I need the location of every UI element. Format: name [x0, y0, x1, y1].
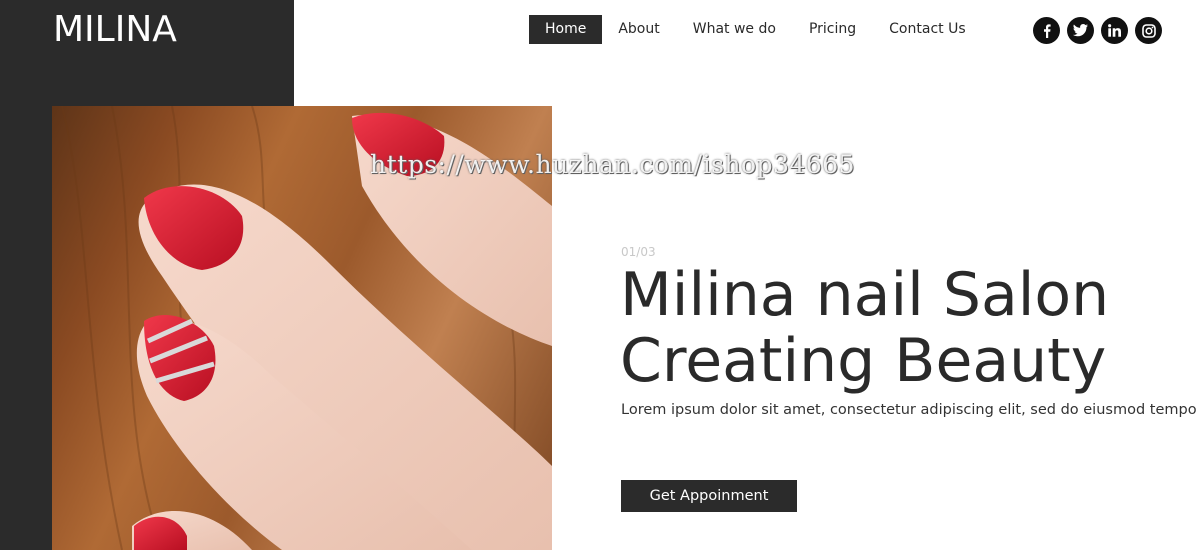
linkedin-icon[interactable]	[1101, 17, 1128, 44]
side-dark-strip	[0, 106, 52, 550]
hero-title: Milina nail Salon Creating Beauty	[620, 262, 1109, 394]
nav-item-about[interactable]: About	[618, 15, 659, 44]
get-appointment-button[interactable]: Get Appoinment	[621, 480, 797, 512]
nav-item-pricing[interactable]: Pricing	[809, 15, 856, 44]
hero-title-line-1: Milina nail Salon	[620, 260, 1110, 330]
nav-item-what-we-do[interactable]: What we do	[693, 15, 776, 44]
facebook-icon[interactable]	[1033, 17, 1060, 44]
twitter-icon[interactable]	[1067, 17, 1094, 44]
slide-counter: 01/03	[621, 245, 656, 259]
nav-item-contact-us[interactable]: Contact Us	[889, 15, 965, 44]
social-links	[1033, 17, 1169, 44]
main-nav: Home About What we do Pricing Contact Us	[529, 15, 966, 44]
hero-subtitle: Lorem ipsum dolor sit amet, consectetur …	[621, 402, 1197, 418]
nav-item-home[interactable]: Home	[529, 15, 603, 44]
hero-title-line-2: Creating Beauty	[620, 326, 1107, 396]
instagram-icon[interactable]	[1135, 17, 1162, 44]
site-logo[interactable]: MILINA	[53, 10, 177, 50]
watermark-text: https://www.huzhan.com/ishop34665	[370, 150, 856, 179]
